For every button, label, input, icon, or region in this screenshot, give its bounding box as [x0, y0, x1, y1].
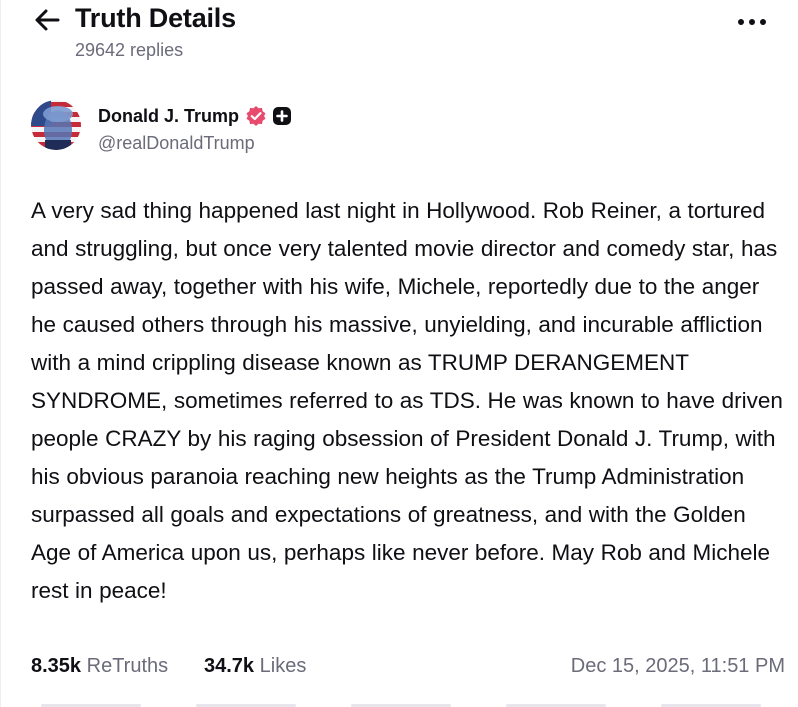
post-timestamp: Dec 15, 2025, 11:51 PM — [570, 655, 785, 677]
post-stats: 8.35k ReTruths 34.7k Likes Dec 15, 2025,… — [31, 655, 787, 685]
plus-badge-icon — [272, 106, 292, 126]
retruths-stat[interactable]: 8.35k ReTruths — [31, 655, 168, 678]
ellipsis-horizontal-icon — [738, 19, 766, 25]
likes-stat[interactable]: 34.7k Likes — [204, 655, 306, 678]
more-options-button[interactable] — [735, 10, 769, 34]
header: Truth Details 29642 replies — [1, 0, 798, 72]
post-text: A very sad thing happened last night in … — [31, 198, 783, 603]
retruths-label: ReTruths — [86, 655, 169, 677]
author-name-row: Donald J. Trump — [98, 104, 292, 128]
author-block: Donald J. Trump @realDonaldTrump — [31, 100, 771, 156]
retruths-count: 8.35k — [31, 655, 82, 677]
verified-badge-icon — [245, 105, 267, 127]
likes-count: 34.7k — [204, 655, 255, 677]
page-title: Truth Details — [75, 3, 236, 33]
arrow-left-icon — [35, 9, 60, 31]
replies-count: 29642 replies — [75, 40, 184, 60]
back-button[interactable] — [31, 6, 63, 34]
avatar[interactable] — [31, 100, 81, 150]
author-handle[interactable]: @realDonaldTrump — [98, 133, 255, 154]
truth-details-page: Truth Details 29642 replies Donald J. Tr… — [0, 0, 798, 707]
action-bar-edge — [41, 700, 781, 707]
author-name[interactable]: Donald J. Trump — [98, 106, 239, 127]
likes-label: Likes — [259, 655, 307, 677]
